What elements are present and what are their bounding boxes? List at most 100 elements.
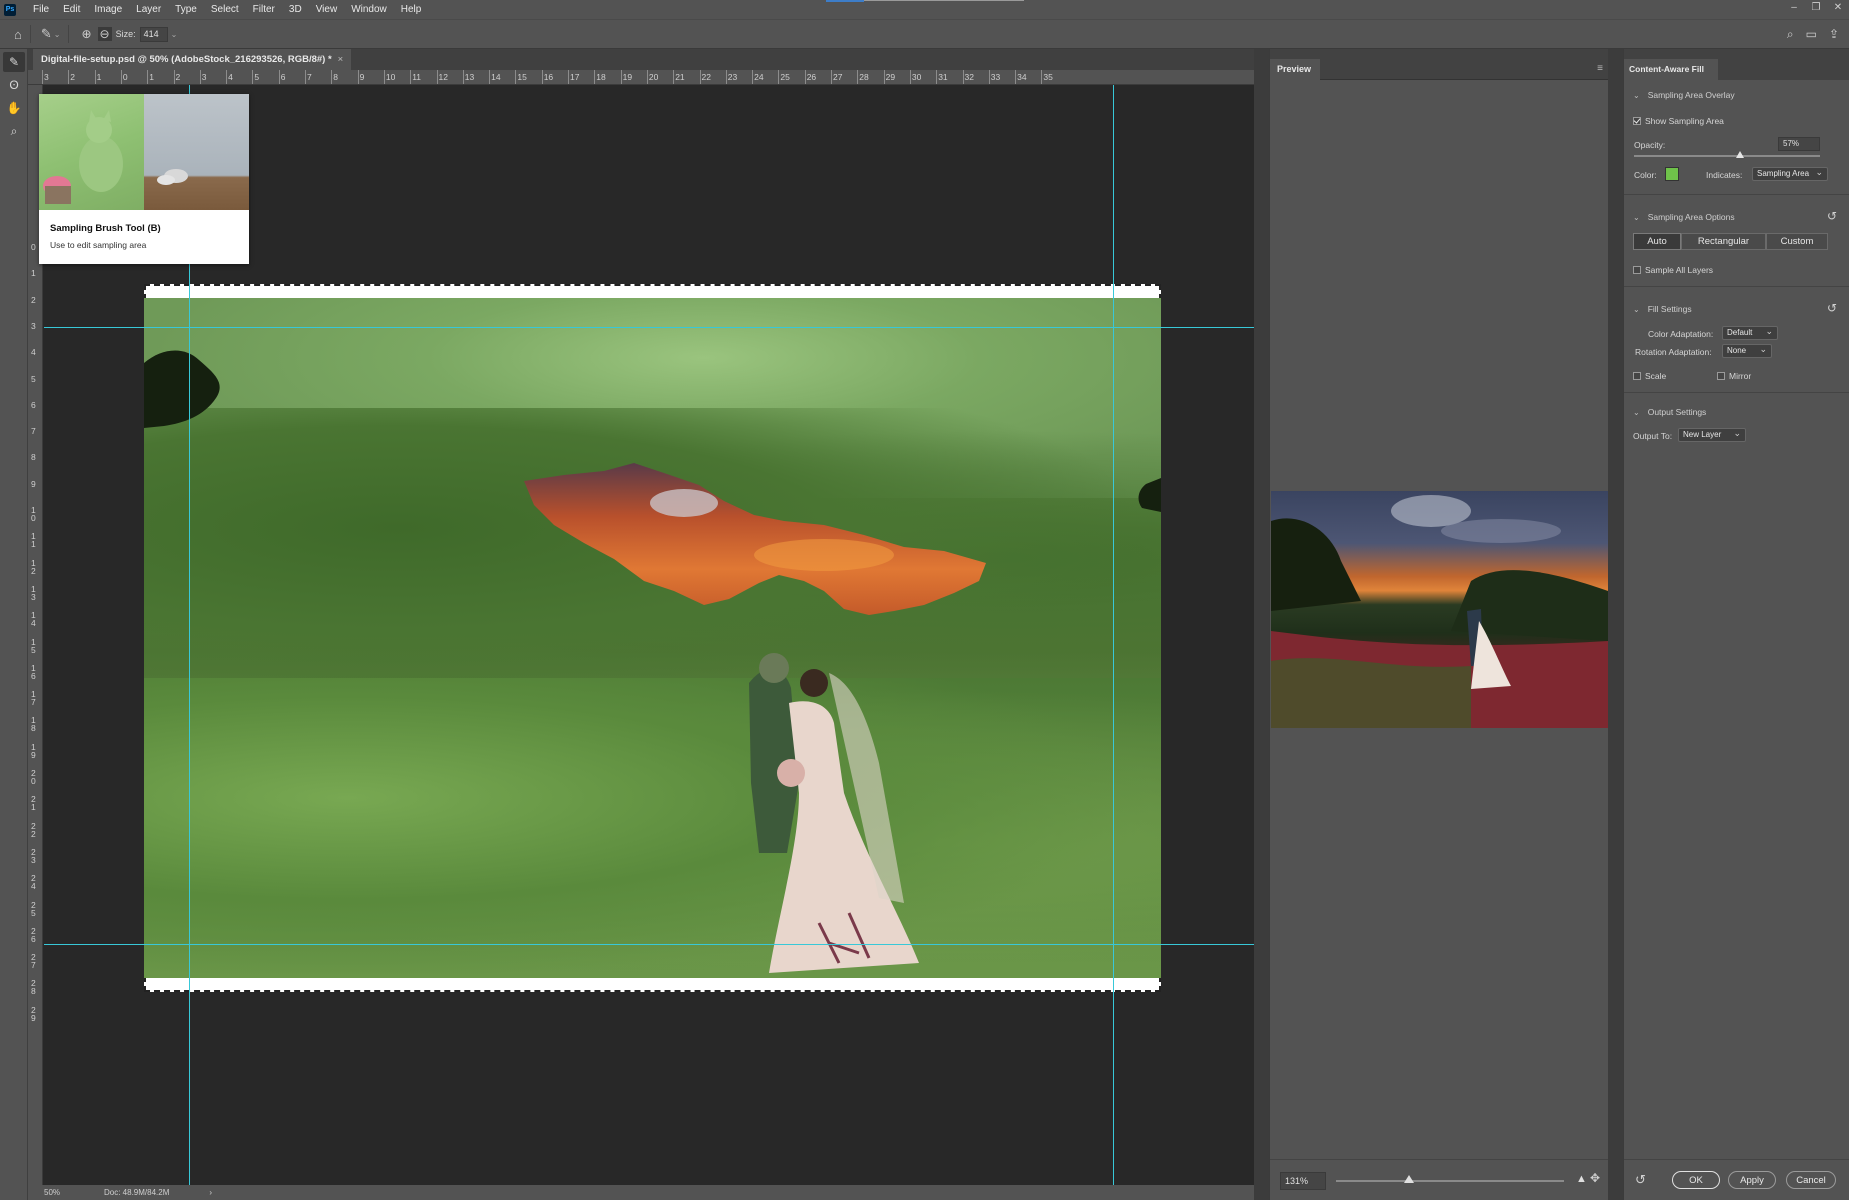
preview-image[interactable]	[1271, 491, 1608, 728]
sampling-brush-tool-icon[interactable]: ✎	[3, 52, 25, 72]
document-tab[interactable]: Digital-file-setup.psd @ 50% (AdobeStock…	[33, 49, 352, 70]
section-fill-settings[interactable]: ⌄ Fill Settings	[1633, 304, 1692, 314]
ruler-tick-label: 1	[31, 268, 36, 279]
preview-zoom-bar: 131% ▲ ✥	[1270, 1159, 1609, 1200]
checkbox-box[interactable]	[1633, 372, 1641, 380]
tab-content-aware-fill[interactable]: Content-Aware Fill	[1624, 59, 1718, 80]
menu-window[interactable]: Window	[344, 0, 394, 19]
menu-type[interactable]: Type	[168, 0, 204, 19]
section-output-settings[interactable]: ⌄ Output Settings	[1633, 407, 1706, 417]
sample-all-layers-checkbox[interactable]: Sample All Layers	[1633, 265, 1713, 275]
close-tab-icon[interactable]: ×	[338, 54, 344, 65]
sampling-brush-icon[interactable]: ✎	[41, 26, 52, 42]
ruler-tick-label: 1	[96, 72, 102, 82]
checkbox-box[interactable]	[1717, 372, 1725, 380]
chevron-down-icon[interactable]: ⌄	[1633, 305, 1640, 314]
minimize-icon[interactable]: –	[1783, 0, 1805, 19]
ruler-tick-label: 2	[70, 72, 76, 82]
lasso-tool-icon[interactable]: ʘ	[3, 75, 25, 95]
indicates-dropdown[interactable]: Sampling Area	[1752, 166, 1828, 181]
opacity-slider[interactable]	[1634, 155, 1820, 157]
tooltip-before-image	[39, 94, 144, 210]
view-toggle-icon[interactable]: ✥	[1590, 1171, 1600, 1185]
reset-icon[interactable]: ↺	[1827, 209, 1837, 223]
doc-size-readout: Doc: 48.9M/84.2M	[104, 1188, 170, 1197]
output-to-dropdown[interactable]: New Layer	[1678, 427, 1746, 442]
cancel-button[interactable]: Cancel	[1786, 1171, 1836, 1189]
menu-edit[interactable]: Edit	[56, 0, 87, 19]
menu-view[interactable]: View	[309, 0, 345, 19]
ok-button[interactable]: OK	[1672, 1171, 1720, 1189]
opacity-slider-thumb[interactable]	[1736, 151, 1745, 158]
zoom-tool-icon[interactable]: ⌕	[3, 121, 25, 141]
ruler-tick-label: 0	[122, 72, 128, 82]
ruler-tick-label: 6	[31, 399, 36, 410]
menu-help[interactable]: Help	[394, 0, 429, 19]
section-sampling-overlay[interactable]: ⌄ Sampling Area Overlay	[1633, 90, 1735, 100]
restore-icon[interactable]: ❐	[1805, 0, 1827, 19]
ruler-tick-label: 2	[31, 294, 36, 305]
color-adaptation-dropdown[interactable]: Default	[1722, 325, 1778, 340]
size-input[interactable]: 414	[139, 26, 168, 42]
subtract-mode-icon[interactable]: ⊖	[97, 27, 112, 41]
mode-auto-button[interactable]: Auto	[1633, 233, 1681, 250]
chevron-down-icon[interactable]: ⌄	[171, 30, 178, 39]
guide-horizontal[interactable]	[44, 944, 1254, 945]
menu-file[interactable]: File	[26, 0, 56, 19]
overlay-color-swatch[interactable]	[1665, 167, 1679, 181]
preview-zoom-input[interactable]: 131%	[1280, 1172, 1326, 1190]
apply-button[interactable]: Apply	[1728, 1171, 1776, 1189]
ruler-tick-label: 8	[333, 72, 339, 82]
tooltip-subtitle: Use to edit sampling area	[50, 240, 147, 250]
reset-all-icon[interactable]: ↺	[1635, 1172, 1646, 1188]
zoom-readout[interactable]: 50%	[28, 1188, 64, 1197]
tool-tooltip: Sampling Brush Tool (B) Use to edit samp…	[39, 94, 249, 264]
sampling-mode-segmented: Auto Rectangular Custom	[1633, 233, 1828, 250]
status-menu-arrow[interactable]: ›	[209, 1188, 212, 1197]
preview-zoom-slider[interactable]	[1336, 1180, 1564, 1182]
ruler-tick-label: 7	[31, 426, 36, 437]
share-icon[interactable]: ⇪	[1829, 27, 1839, 42]
menu-select[interactable]: Select	[204, 0, 246, 19]
guide-horizontal[interactable]	[44, 327, 1254, 328]
hand-tool-icon[interactable]: ✋	[3, 98, 25, 118]
search-icon[interactable]: ⌕	[1787, 27, 1794, 42]
chevron-down-icon[interactable]: ⌄	[1633, 91, 1640, 100]
rotation-adaptation-dropdown[interactable]: None	[1722, 343, 1772, 358]
ruler-tick	[305, 70, 306, 84]
divider	[1624, 392, 1849, 393]
ruler-tick-label: 23	[727, 72, 738, 82]
chevron-down-icon[interactable]: ⌄	[1633, 213, 1640, 222]
menu-image[interactable]: Image	[87, 0, 129, 19]
menu-3d[interactable]: 3D	[282, 0, 309, 19]
scale-checkbox[interactable]: Scale	[1633, 371, 1666, 381]
home-icon[interactable]: ⌂	[14, 27, 22, 42]
add-mode-icon[interactable]: ⊕	[81, 27, 91, 41]
document-image[interactable]	[144, 298, 1161, 978]
mode-custom-button[interactable]: Custom	[1766, 233, 1828, 250]
guide-vertical[interactable]	[1113, 85, 1114, 1185]
ruler-tick	[436, 70, 438, 84]
section-sampling-options[interactable]: ⌄ Sampling Area Options	[1633, 212, 1735, 222]
checkbox-box[interactable]	[1633, 117, 1641, 125]
opacity-input[interactable]: 57%	[1778, 137, 1820, 151]
chevron-down-icon[interactable]: ⌄	[1633, 408, 1640, 417]
section-title: Sampling Area Options	[1647, 212, 1735, 222]
document-tab-bar: Digital-file-setup.psd @ 50% (AdobeStock…	[28, 49, 1254, 70]
menu-filter[interactable]: Filter	[246, 0, 282, 19]
preview-zoom-slider-thumb[interactable]	[1404, 1175, 1414, 1183]
show-sampling-area-checkbox[interactable]: Show Sampling Area	[1633, 116, 1724, 126]
close-icon[interactable]: ✕	[1827, 0, 1849, 19]
chevron-down-icon[interactable]: ⌄	[54, 30, 61, 39]
tab-preview[interactable]: Preview	[1270, 59, 1320, 80]
checkbox-box[interactable]	[1633, 266, 1641, 274]
reset-icon[interactable]: ↺	[1827, 301, 1837, 315]
ruler-tick-label: 19	[622, 72, 633, 82]
output-to-label: Output To:	[1633, 431, 1673, 441]
workspace-icon[interactable]: ▭	[1806, 27, 1817, 42]
mirror-checkbox[interactable]: Mirror	[1717, 371, 1751, 381]
panel-menu-icon[interactable]: ≡	[1597, 63, 1603, 74]
mode-rectangular-button[interactable]: Rectangular	[1681, 233, 1766, 250]
tooltip-illustration	[39, 94, 249, 210]
menu-layer[interactable]: Layer	[129, 0, 168, 19]
